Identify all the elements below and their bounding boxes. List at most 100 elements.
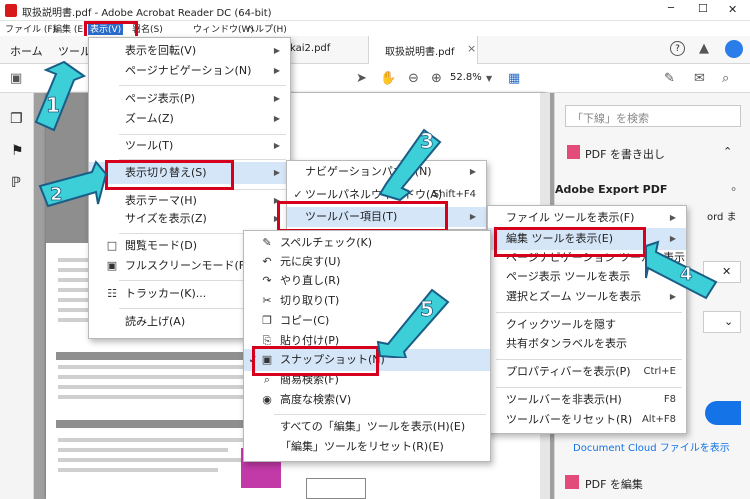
menu-label: サイズを表示(Z) xyxy=(125,212,207,225)
view-menu-item[interactable]: ズーム(Z) ▶ xyxy=(89,108,290,130)
step-3-label: 3 xyxy=(420,129,434,153)
toolbar-items-menu-item[interactable]: 共有ボタンラベルを表示 xyxy=(488,333,686,355)
left-rail: ❐ ⚑ ℙ ◀ xyxy=(0,93,43,499)
edit-tools-menu-item[interactable]: すべての「編集」ツールを表示(H)(E) xyxy=(244,416,490,438)
edit-pdf-label[interactable]: PDF を編集 xyxy=(585,476,643,492)
minimize-button[interactable]: ─ xyxy=(668,3,674,14)
toolbar-items-menu-item[interactable]: ファイル ツールを表示(F) ▶ xyxy=(488,207,686,229)
edit-tools-menu-item[interactable]: 「編集」ツールをリセット(R)(E) xyxy=(244,436,490,458)
bookmark-icon[interactable]: ⚑ xyxy=(11,143,24,159)
copy-icon: ❐ xyxy=(262,314,272,327)
attachment-icon[interactable]: ℙ xyxy=(11,175,21,191)
search-icon[interactable]: ⌕ xyxy=(722,71,729,86)
toolbar-items-menu-item[interactable]: ツールバーをリセット(R) Alt+F8 xyxy=(488,409,686,431)
step-5-label: 5 xyxy=(420,297,434,321)
sign-pen-icon[interactable]: ✎ xyxy=(664,71,675,86)
zoom-value[interactable]: 52.8% xyxy=(450,72,482,83)
menu-label: ツールバーをリセット(R) xyxy=(506,413,633,426)
view-menu-item[interactable]: サイズを表示(Z) ▶ xyxy=(89,208,290,230)
step-1-label: 1 xyxy=(46,93,60,117)
menu-label: ページナビゲーション(N) xyxy=(125,64,252,77)
toggle-item-highlight xyxy=(105,160,234,190)
menu-help[interactable]: ヘルプ(H) xyxy=(246,22,287,35)
view-menu-item[interactable]: 表示を回転(V) ▶ xyxy=(89,40,290,62)
language-dropdown[interactable]: ⌄ xyxy=(703,311,741,333)
step-2-arrow: 2 xyxy=(38,160,108,208)
tab-tools[interactable]: ツール xyxy=(58,43,91,59)
page-thumbnails-icon[interactable]: ❐ xyxy=(10,111,23,127)
step-4-label: 4 xyxy=(680,264,693,285)
step-3-arrow: 3 xyxy=(378,128,442,202)
zoom-in-icon[interactable]: ⊕ xyxy=(431,71,442,86)
view-menu-item[interactable]: ページナビゲーション(N) ▶ xyxy=(89,60,290,82)
shortcut-label: Ctrl+E xyxy=(643,366,677,377)
toolbar-items-highlight xyxy=(277,201,448,232)
submenu-arrow-icon: ▶ xyxy=(273,114,280,123)
edit-tools-highlight xyxy=(494,227,646,257)
help-icon[interactable]: ? xyxy=(670,41,685,56)
tab-document-active[interactable]: 取扱説明書.pdf × xyxy=(368,36,478,64)
menu-label: ツール(T) xyxy=(125,139,174,152)
export-pdf-header[interactable]: PDF を書き出し xyxy=(585,146,665,162)
submenu-arrow-icon: ▶ xyxy=(273,46,280,55)
tab-home[interactable]: ホーム xyxy=(10,43,43,59)
menu-file[interactable]: ファイル (F) xyxy=(5,22,56,35)
step-2-label: 2 xyxy=(50,184,63,205)
snapshot-highlight xyxy=(252,346,379,376)
edit-tools-menu-item[interactable]: ❐ コピー(C) xyxy=(244,310,490,332)
menu-label: ツールバーを非表示(H) xyxy=(506,393,622,406)
hand-tool-icon[interactable]: ✋ xyxy=(380,71,396,86)
collapse-chevron-icon[interactable]: ⌃ xyxy=(723,145,732,158)
toolbar-items-menu-item[interactable]: プロパティバーを表示(P) Ctrl+E xyxy=(488,361,686,383)
chevron-down-icon: ⌄ xyxy=(724,315,734,328)
menu-label: フルスクリーンモード(F) xyxy=(125,259,250,272)
shortcut-label: F8 xyxy=(663,394,676,405)
step-5-arrow: 5 xyxy=(376,288,450,358)
menu-label: コピー(C) xyxy=(280,314,330,327)
scissors-icon: ✂ xyxy=(262,294,272,307)
document-cloud-link[interactable]: Document Cloud ファイルを表示 xyxy=(573,439,730,454)
fullscreen-icon: ▣ xyxy=(106,259,118,272)
menu-label: ページ表示(P) xyxy=(125,92,195,105)
fit-page-icon[interactable]: ▦ xyxy=(508,71,520,86)
view-menu-item[interactable]: ページ表示(P) ▶ xyxy=(89,88,290,110)
convert-button[interactable] xyxy=(705,401,741,425)
close-window-button[interactable]: ✕ xyxy=(728,3,737,16)
tab-doc-active-label: 取扱説明書.pdf xyxy=(385,47,455,58)
maximize-button[interactable]: ☐ xyxy=(698,2,708,15)
menu-label: ファイル ツールを表示(F) xyxy=(506,211,635,224)
export-pdf-title: Adobe Export PDF xyxy=(555,183,668,196)
panel-search-input[interactable]: 「下線」を検索 xyxy=(565,105,741,127)
word-fragment: ord ま xyxy=(707,212,737,223)
submenu-arrow-icon: ▶ xyxy=(469,167,476,176)
menu-label: 選択とズーム ツールを表示 xyxy=(506,290,642,303)
submenu-arrow-icon: ▶ xyxy=(273,66,280,75)
menu-label: プロパティバーを表示(P) xyxy=(506,365,631,378)
bell-icon[interactable]: ▲ xyxy=(699,41,709,56)
menu-label: 閲覧モード(D) xyxy=(125,239,198,252)
view-menu-item[interactable]: ツール(T) ▶ xyxy=(89,135,290,157)
panel-search-placeholder: 「下線」を検索 xyxy=(572,112,649,125)
menu-label: 高度な検索(V) xyxy=(280,393,352,406)
menu-label: トラッカー(K)... xyxy=(125,287,207,300)
tab-close-icon[interactable]: × xyxy=(467,42,476,55)
edit-tools-menu-item[interactable]: ↷ やり直し(R) xyxy=(244,270,490,292)
step-4-arrow: 4 xyxy=(645,240,718,300)
reading-mode-icon: □ xyxy=(106,239,118,252)
edit-tools-menu-item[interactable]: ◉ 高度な検索(V) xyxy=(244,389,490,411)
account-icon[interactable] xyxy=(725,40,743,58)
menu-window[interactable]: ウィンドウ(W) xyxy=(193,22,254,35)
edit-tools-menu-item[interactable]: ✂ 切り取り(T) xyxy=(244,290,490,312)
zoom-out-icon[interactable]: ⊖ xyxy=(408,71,419,86)
menu-label: 読み上げ(A) xyxy=(125,315,186,328)
zoom-dropdown-icon[interactable]: ▼ xyxy=(486,74,492,83)
menu-label: やり直し(R) xyxy=(280,274,341,287)
toolbar-items-menu-item[interactable]: ツールバーを非表示(H) F8 xyxy=(488,389,686,411)
menu-edit[interactable]: 編集 (E) xyxy=(53,22,87,35)
submenu-arrow-icon: ▶ xyxy=(273,141,280,150)
save-icon[interactable]: ▣ xyxy=(10,71,22,86)
tab-document-other[interactable]: kai2.pdf xyxy=(290,36,368,64)
format-close-icon[interactable]: ✕ xyxy=(722,265,731,278)
select-cursor-icon[interactable]: ➤ xyxy=(356,71,367,86)
email-icon[interactable]: ✉ xyxy=(694,71,705,86)
